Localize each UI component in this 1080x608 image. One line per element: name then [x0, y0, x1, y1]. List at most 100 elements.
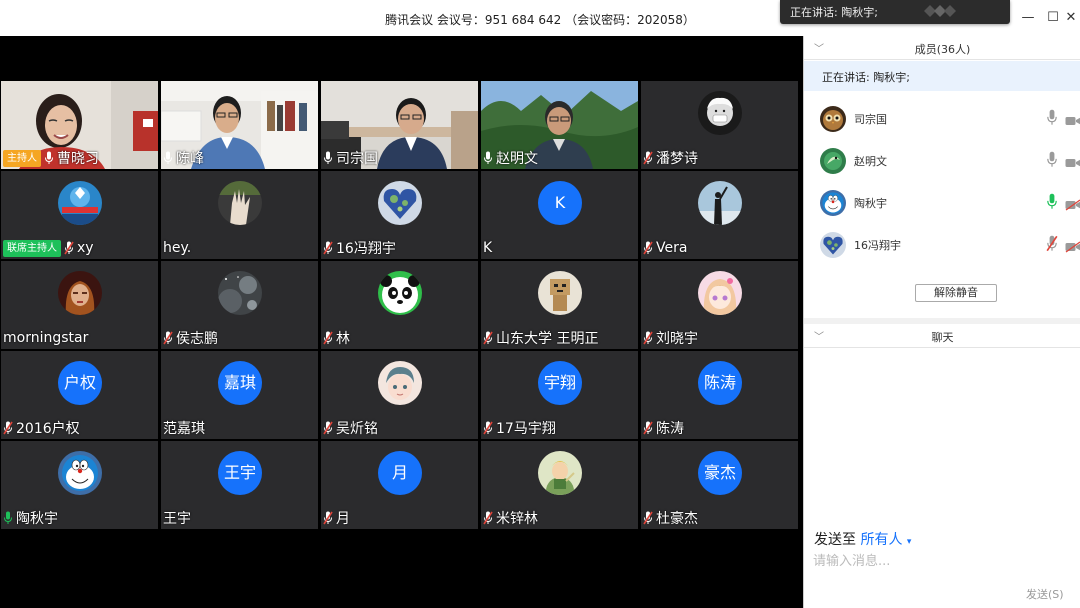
mic-icon [483, 151, 493, 165]
participant-nameplate: 山东大学 王明正 [483, 329, 598, 347]
video-tile[interactable]: KK [481, 171, 638, 259]
video-tile[interactable]: 吴炘铭 [321, 351, 478, 439]
video-tile[interactable]: morningstar [1, 261, 158, 349]
participant-nameplate: 陈峰 [163, 149, 204, 167]
participant-nameplate: 侯志鹏 [163, 329, 218, 347]
participant-name: 山东大学 王明正 [496, 331, 599, 347]
video-tile[interactable]: 户权 2016户权 [1, 351, 158, 439]
member-row[interactable]: 赵明文 [804, 139, 1080, 181]
mic-muted-icon [643, 151, 653, 165]
participant-name: 陶秋宇 [16, 511, 58, 527]
video-tile[interactable]: 林 [321, 261, 478, 349]
send-to-dropdown[interactable]: 所有人 ▾ [860, 532, 911, 548]
participant-nameplate: 16冯翔宇 [323, 239, 396, 257]
video-tile[interactable]: 刘晓宇 [641, 261, 798, 349]
video-tile[interactable]: 司宗国 [321, 81, 478, 169]
chat-title: 聊天 [931, 331, 954, 344]
now-speaking-text: 正在讲话: 陶秋宇; [822, 71, 910, 84]
member-row[interactable]: 司宗国 [804, 97, 1080, 139]
participant-nameplate: 米锌林 [483, 509, 538, 527]
host-tag: 主持人 [3, 149, 41, 167]
initials-avatar: 嘉琪 [218, 361, 262, 405]
member-name: 赵明文 [854, 155, 887, 168]
video-tile[interactable]: 联席主持人 xy [1, 171, 158, 259]
avatar [538, 451, 582, 495]
camera-off-icon[interactable] [1065, 196, 1080, 211]
participant-name: 2016户权 [16, 421, 80, 437]
avatar [58, 271, 102, 315]
avatar [698, 91, 742, 135]
video-tile[interactable]: 月月 [321, 441, 478, 529]
meeting-window: 腾讯会议 会议号：951 684 642 （会议密码：202058） — ☐ ✕… [0, 0, 1080, 608]
mic-icon[interactable] [1046, 151, 1058, 169]
camera-icon[interactable] [1065, 112, 1080, 125]
mic-icon[interactable] [1046, 109, 1058, 127]
mic-icon[interactable] [1046, 193, 1058, 211]
video-tile[interactable]: 宇翔 17马宇翔 [481, 351, 638, 439]
initials-avatar: 户权 [58, 361, 102, 405]
participant-name: hey. [163, 240, 192, 256]
video-tile[interactable]: 豪杰 杜豪杰 [641, 441, 798, 529]
participant-name: 范嘉琪 [163, 421, 205, 437]
mic-icon [3, 511, 13, 525]
video-tile[interactable]: 嘉琪 范嘉琪 [161, 351, 318, 439]
video-tile[interactable]: 陶秋宇 [1, 441, 158, 529]
video-tile[interactable]: Vera [641, 171, 798, 259]
avatar [218, 181, 262, 225]
mic-muted-icon [64, 241, 74, 255]
initials-avatar: 豪杰 [698, 451, 742, 495]
participant-nameplate: 联席主持人 xy [3, 239, 94, 257]
participant-nameplate: 潘梦诗 [643, 149, 698, 167]
mic-muted-icon [323, 421, 333, 435]
video-tile[interactable]: 陈涛 陈涛 [641, 351, 798, 439]
minimize-button[interactable]: — [1019, 9, 1037, 27]
close-button[interactable]: ✕ [1062, 9, 1080, 27]
video-tile[interactable]: 赵明文 [481, 81, 638, 169]
participant-name: Vera [656, 240, 688, 256]
video-tile[interactable]: 侯志鹏 [161, 261, 318, 349]
video-tile[interactable]: 山东大学 王明正 [481, 261, 638, 349]
participant-name: xy [77, 240, 94, 256]
mic-icon [44, 151, 54, 165]
mic-muted-icon [163, 331, 173, 345]
member-avatar [820, 106, 846, 132]
mic-icon [163, 151, 173, 165]
participant-name: 陈涛 [656, 421, 684, 437]
initials-avatar: 月 [378, 451, 422, 495]
initials-avatar: 宇翔 [538, 361, 582, 405]
mic-muted-icon[interactable] [1046, 235, 1058, 253]
mic-muted-icon [323, 511, 333, 525]
avatar [378, 361, 422, 405]
participant-nameplate: 17马宇翔 [483, 419, 556, 437]
camera-icon[interactable] [1065, 154, 1080, 167]
mic-muted-icon [3, 421, 13, 435]
member-name: 司宗国 [854, 113, 887, 126]
members-header[interactable]: ﹀ 成员(36人) [804, 36, 1080, 60]
message-input[interactable] [813, 550, 1068, 572]
side-panel: ﹀ 成员(36人) 正在讲话: 陶秋宇; 司宗国赵明文陶秋宇 16冯翔宇 解除静音… [803, 36, 1080, 608]
chat-header[interactable]: ﹀ 聊天 [804, 324, 1080, 348]
avatar [218, 271, 262, 315]
member-row[interactable]: 16冯翔宇 [804, 223, 1080, 265]
camera-off-icon[interactable] [1065, 238, 1080, 253]
mic-icon [323, 151, 333, 165]
send-button[interactable]: 发送(S) [1026, 586, 1064, 602]
member-avatar [820, 232, 846, 258]
mic-muted-icon [643, 241, 653, 255]
video-tile[interactable]: 王宇 王宇 [161, 441, 318, 529]
members-title: 成员(36人) [914, 43, 971, 56]
video-tile[interactable]: 陈峰 [161, 81, 318, 169]
video-tile[interactable]: 潘梦诗 [641, 81, 798, 169]
maximize-button[interactable]: ☐ [1044, 9, 1062, 27]
participant-name: 潘梦诗 [656, 151, 698, 167]
video-tile[interactable]: hey. [161, 171, 318, 259]
unmute-all-button[interactable]: 解除静音 [915, 284, 997, 302]
participant-name: 司宗国 [336, 151, 378, 167]
video-tile[interactable]: 16冯翔宇 [321, 171, 478, 259]
participant-nameplate: 范嘉琪 [163, 419, 205, 437]
video-tile[interactable]: 米锌林 [481, 441, 638, 529]
member-row[interactable]: 陶秋宇 [804, 181, 1080, 223]
participant-name: 林 [336, 331, 350, 347]
video-tile[interactable]: 主持人 曹晓习 [1, 81, 158, 169]
toast-text: 正在讲话: 陶秋宇; [790, 6, 878, 19]
